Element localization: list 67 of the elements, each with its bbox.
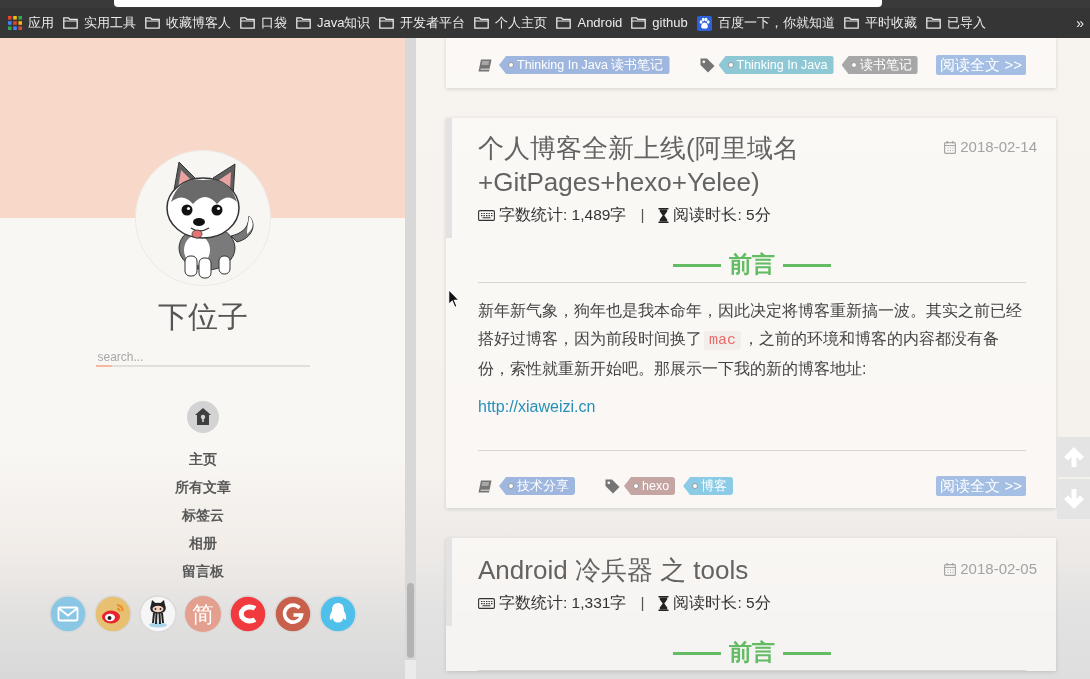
nav-link[interactable]: 主页: [188, 445, 217, 473]
scroll-down-button[interactable]: [1057, 479, 1090, 519]
bookmark-button[interactable]: 口袋: [239, 12, 288, 34]
calendar-icon: [944, 140, 957, 154]
post-title[interactable]: Android 冷兵器 之 tools: [478, 553, 945, 587]
site-name: 下位子: [157, 299, 248, 335]
tag-icon: [605, 478, 620, 494]
folder-icon: [145, 17, 160, 29]
grid-icon: [8, 16, 22, 30]
bookmark-button[interactable]: 已导入: [924, 12, 987, 34]
letter-c-icon[interactable]: [228, 595, 267, 633]
mail-icon[interactable]: [48, 595, 87, 633]
eye-logo-icon[interactable]: [93, 595, 132, 633]
scrollbar[interactable]: [405, 38, 416, 660]
bookmark-button[interactable]: 应用: [7, 12, 55, 34]
folder-icon: [379, 17, 395, 29]
calendar-icon: [944, 562, 957, 576]
folder-icon: [925, 17, 941, 29]
folder-icon: [296, 17, 311, 29]
section-heading: 前言: [729, 639, 775, 667]
more-bookmarks-button[interactable]: »: [1074, 12, 1086, 34]
nav-link[interactable]: 相册: [188, 529, 217, 557]
book-icon: [478, 479, 492, 493]
scroll-up-button[interactable]: [1057, 437, 1090, 477]
section-heading: 前言: [729, 251, 775, 279]
bookmark-button[interactable]: 收藏博客人: [144, 12, 232, 34]
keyboard-icon: [478, 597, 495, 609]
folder-icon: [240, 17, 255, 29]
post-date: 2018-02-05: [960, 559, 1037, 579]
nav-link[interactable]: 留言板: [181, 557, 224, 585]
bookmark-button[interactable]: 百度一下，你就知道: [695, 12, 836, 34]
penguin-icon[interactable]: [318, 595, 357, 633]
word-count-text: 字数统计: 1,331字: [499, 593, 627, 614]
post-link[interactable]: http://xiaweizi.cn: [478, 393, 596, 421]
folder-icon: [631, 17, 647, 29]
folder-icon: [63, 17, 78, 29]
keyboard-icon: [478, 209, 495, 221]
meta-separator: |: [640, 205, 645, 226]
post-date: 2018-02-14: [960, 137, 1037, 157]
bookmark-button[interactable]: 实用工具: [62, 12, 137, 34]
tag-icon: [699, 57, 715, 73]
bookmark-button[interactable]: 开发者平台: [378, 12, 467, 34]
folder-icon: [474, 17, 490, 29]
hourglass-icon: [658, 207, 670, 223]
paw-icon: [696, 15, 712, 31]
bookmark-button[interactable]: Java知识: [295, 12, 372, 34]
book-icon: [478, 58, 492, 72]
read-time-text: 阅读时长: 5分: [673, 205, 771, 226]
arrow-up-icon: [1062, 446, 1085, 468]
letter-g-icon[interactable]: [273, 595, 312, 633]
nav-link[interactable]: 所有文章: [174, 473, 231, 501]
cat-mascot-icon[interactable]: [138, 595, 177, 633]
meta-separator: |: [640, 593, 645, 614]
hourglass-icon: [658, 595, 670, 611]
bookmark-button[interactable]: Android: [555, 12, 624, 34]
bookmark-button[interactable]: github: [630, 12, 689, 34]
bookmark-button[interactable]: 个人主页: [473, 12, 549, 34]
nav-link[interactable]: 标签云: [181, 501, 224, 529]
post-paragraph: 新年新气象，狗年也是我本命年，因此决定将博客重新搞一波。其实之前已经搭好过博客，因为前段时间换了 mac ，之前的环境和博客的内容都没有备份，索性就重新开始吧。那展示一下我的新的博客地址:: [478, 301, 1023, 379]
arrow-down-icon: [1062, 488, 1085, 510]
read-time-text: 阅读时长: 5分: [673, 593, 771, 614]
folder-icon: [843, 17, 859, 29]
bookmark-button[interactable]: 平时收藏: [842, 12, 918, 34]
post-title[interactable]: 个人博客全新上线(阿里域名+GitPages+hexo+Yelee): [478, 131, 945, 199]
folder-icon: [556, 17, 572, 29]
word-count-text: 字数统计: 1,489字: [499, 205, 627, 226]
house-icon: [186, 401, 219, 433]
